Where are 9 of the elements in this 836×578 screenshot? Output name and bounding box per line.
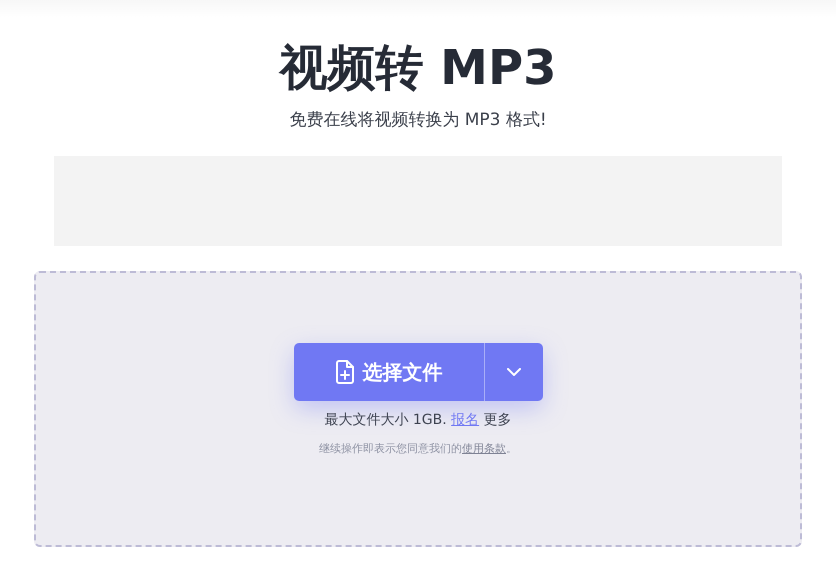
file-plus-icon	[334, 360, 354, 384]
caret-icon	[506, 368, 520, 376]
sign-up-link[interactable]: 报名	[451, 412, 480, 428]
file-size-note: 最大文件大小 1GB. 报名 更多	[324, 411, 512, 429]
page-title: 视频转 MP3	[279, 39, 557, 98]
terms-link[interactable]: 使用条款	[462, 442, 506, 455]
terms-note: 继续操作即表示您同意我们的使用条款。	[319, 441, 517, 456]
page-subtitle: 免费在线将视频转换为 MP3 格式!	[289, 109, 547, 132]
drop-zone[interactable]: 选择文件 最大文件大小 1GB. 报名 更多 继续操作即表示您同意我们的使用条款。	[34, 271, 802, 547]
